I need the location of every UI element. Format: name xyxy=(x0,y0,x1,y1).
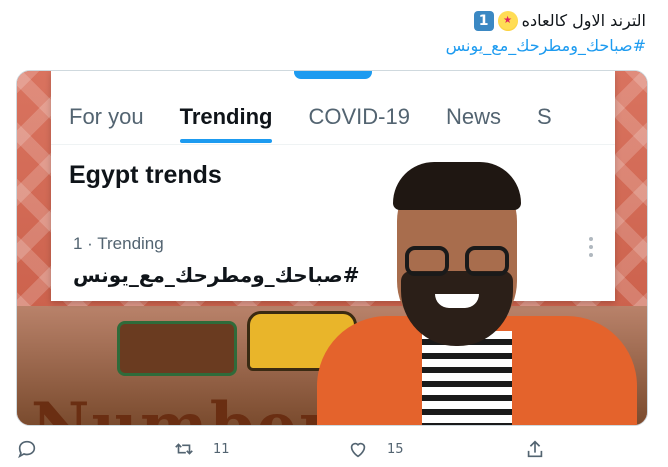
reply-button[interactable] xyxy=(16,438,56,460)
tweet-actions: 11 15 xyxy=(0,438,668,467)
trend-meta: 1 · Trending xyxy=(73,234,164,253)
like-count: 15 xyxy=(387,441,404,457)
tab-partial: S xyxy=(536,103,552,129)
retweet-icon xyxy=(175,443,193,455)
tweet-line-1: الترند الاول كالعاده ★ 1 xyxy=(26,10,646,32)
card-title: Egypt trends xyxy=(69,161,222,189)
tweet-hashtag-link[interactable]: #صباحك_ومطرحك_مع_يونس xyxy=(26,34,646,58)
cart-illustration xyxy=(117,321,237,376)
tab-for-you: For you xyxy=(69,103,144,129)
share-icon xyxy=(527,440,543,458)
retweet-count: 11 xyxy=(213,441,230,457)
keycap-one-emoji-icon: 1 xyxy=(473,11,494,31)
tweet-media-image[interactable]: Number For you Trending COVID-19 News S … xyxy=(16,70,648,426)
person-glasses xyxy=(405,246,509,276)
like-button[interactable]: 15 xyxy=(347,438,404,460)
tab-trending: Trending xyxy=(162,89,291,145)
media-background-word: Number xyxy=(31,389,335,425)
share-button[interactable] xyxy=(524,438,546,460)
reply-icon xyxy=(18,440,36,459)
tweet-line-1-text: الترند الاول كالعاده xyxy=(521,11,646,30)
tweet-text: الترند الاول كالعاده ★ 1 #صباحك_ومطرحك_م… xyxy=(26,4,646,58)
heart-icon xyxy=(350,442,366,458)
person-hair xyxy=(393,162,521,210)
tab-covid-19: COVID-19 xyxy=(308,103,410,129)
tab-news: News xyxy=(445,103,501,129)
retweet-button[interactable]: 11 xyxy=(173,438,230,460)
explore-tabs: For you Trending COVID-19 News S xyxy=(51,89,615,145)
person-photo xyxy=(317,162,637,425)
star-struck-emoji-icon: ★ xyxy=(497,11,518,31)
card-top-pill xyxy=(294,71,372,79)
